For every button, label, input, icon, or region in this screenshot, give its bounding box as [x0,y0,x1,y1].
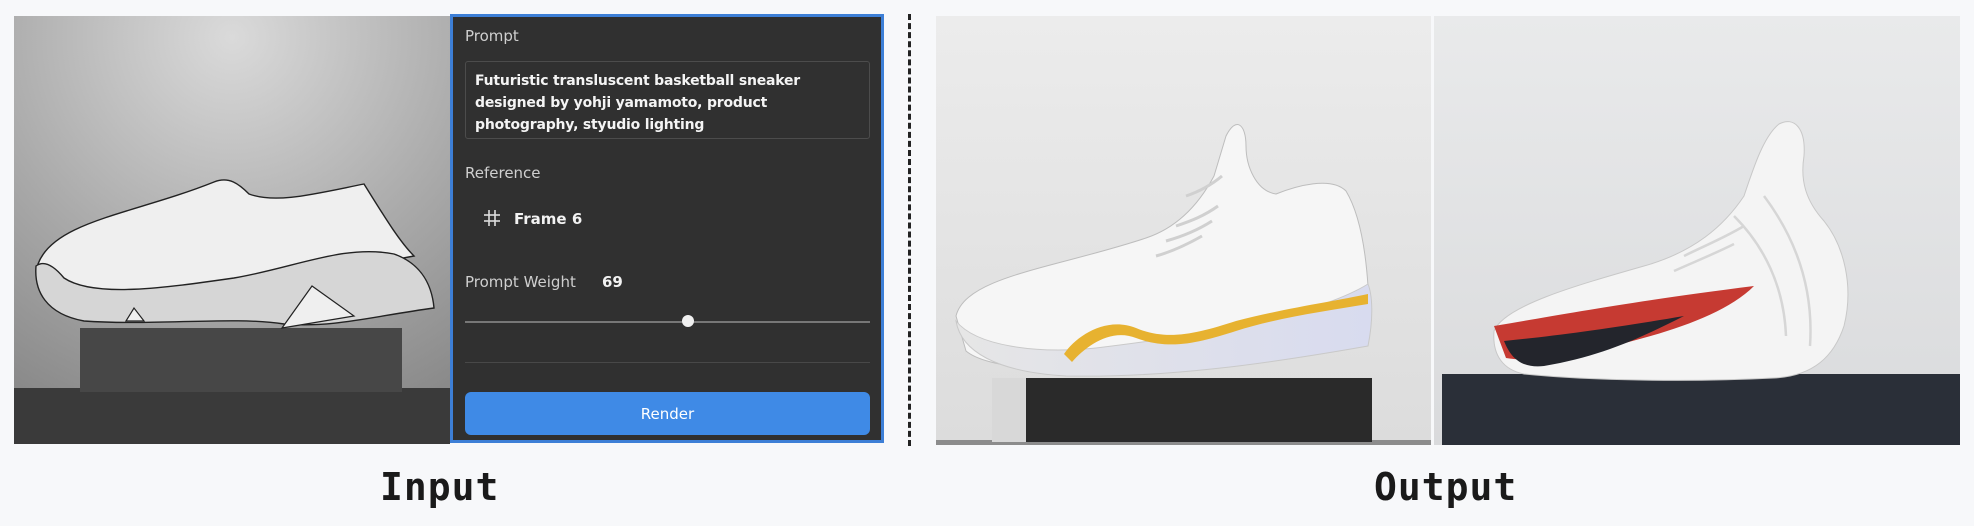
sneaker-render-white-red [1434,16,1960,445]
render-button[interactable]: Render [465,392,870,435]
output-image-1 [936,16,1431,445]
prompt-label: Prompt [465,27,519,45]
panel-divider [465,362,870,363]
prompt-weight-label: Prompt Weight [465,273,576,291]
sneaker-sketch [14,16,450,444]
output-caption: Output [1374,465,1518,509]
prompt-weight-value: 69 [602,273,623,291]
prompt-weight-slider-track[interactable] [465,321,870,323]
render-plugin-panel: Prompt Futuristic transluscent basketbal… [450,14,884,443]
frame-hash-icon [483,209,501,227]
prompt-textarea[interactable]: Futuristic transluscent basketball sneak… [465,61,870,139]
input-output-divider [908,14,911,446]
reference-label: Reference [465,164,541,182]
output-image-2 [1434,16,1960,445]
input-caption: Input [380,465,500,509]
prompt-weight-slider-thumb[interactable] [681,315,694,327]
reference-frame-item[interactable]: Frame 6 [514,210,582,228]
input-sketch-image [14,16,450,444]
sneaker-render-white-yellow [936,16,1431,445]
